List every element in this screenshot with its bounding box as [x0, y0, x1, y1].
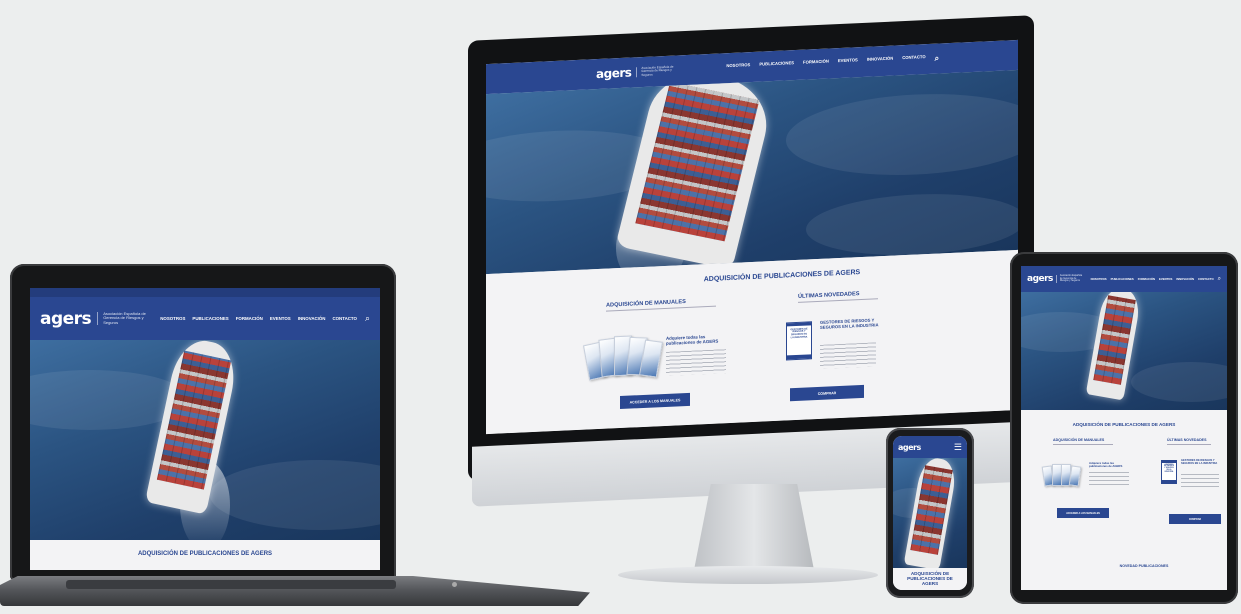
- tablet-menu: NOSOTROS PUBLICACIONES FORMACIÓN EVENTOS…: [1091, 277, 1214, 281]
- laptop-logo[interactable]: agers Asociación Española de Gerencia de…: [40, 309, 151, 329]
- laptop-keyboard: [66, 580, 396, 589]
- magazine-cover-text: GESTORES DE RIESGOS Y SEGUROS EN LA INDU…: [790, 327, 808, 339]
- novedades-heading: GESTORES DE RIESGOS Y SEGUROS EN LA INDU…: [1181, 459, 1218, 465]
- col-title-manuales: ADQUISICIÓN DE MANUALES: [1053, 438, 1113, 445]
- laptop-content: ADQUISICIÓN DE PUBLICACIONES DE AGERS: [30, 540, 380, 570]
- monitor-screen: agers Asociación Española de Gerencia de…: [486, 39, 1018, 435]
- menu-icon[interactable]: ☰: [954, 442, 962, 452]
- logo-tagline: Asociación Española de Gerencia de Riesg…: [1055, 274, 1084, 284]
- logo-tagline: Asociación Española de Gerencia de Riesg…: [636, 64, 677, 78]
- nav-contacto[interactable]: CONTACTO: [332, 316, 356, 321]
- monitor-content: ADQUISICIÓN DE PUBLICACIONES DE AGERS AD…: [486, 249, 1018, 435]
- phone-screen: agers ☰ ADQUISICIÓN DE PUBLICACIONES DE …: [893, 436, 967, 590]
- tablet-content: ADQUISICIÓN DE PUBLICACIONES DE AGERS AD…: [1021, 410, 1227, 590]
- novedades-paragraph: [1181, 474, 1219, 490]
- tablet-hero-image: [1021, 292, 1227, 410]
- novedad-publicaciones-title: NOVEDAD PUBLICACIONES: [1119, 564, 1169, 568]
- phone-hero-caption: ADQUISICIÓN DE PUBLICACIONES DE AGERS: [907, 571, 953, 587]
- comprar-button[interactable]: COMPRAR: [1169, 514, 1221, 524]
- monitor-hero-image: [486, 69, 1018, 275]
- logo-text: agers: [1027, 274, 1053, 284]
- section-title: ADQUISICIÓN DE PUBLICACIONES DE AGERS: [1072, 422, 1176, 427]
- acceder-manuales-button[interactable]: ACCEDER A LOS MANUALES: [620, 392, 690, 409]
- nav-innovacion[interactable]: INNOVACIÓN: [867, 56, 893, 67]
- magazine-cover-text: GESTORES DE RIESGOS Y SEGUROS EN LA INDU…: [1164, 464, 1174, 473]
- manuales-heading: Adquiere todas las publicaciones de AGER…: [1089, 461, 1123, 469]
- laptop-screen: agers Asociación Española de Gerencia de…: [30, 288, 380, 570]
- nav-nosotros[interactable]: NOSOTROS: [1091, 277, 1107, 281]
- manuales-books-image: [1041, 462, 1083, 492]
- acceder-manuales-button[interactable]: ACCEDER A LOS MANUALES: [1057, 508, 1109, 518]
- nav-nosotros[interactable]: NOSOTROS: [160, 316, 185, 321]
- section-title: ADQUISICIÓN DE PUBLICACIONES DE AGERS: [137, 551, 273, 557]
- laptop-nav: agers Asociación Española de Gerencia de…: [30, 297, 380, 340]
- cargo-ship: [615, 69, 777, 270]
- nav-innovacion[interactable]: INNOVACIÓN: [1176, 277, 1194, 281]
- nav-publicaciones[interactable]: PUBLICACIONES: [1111, 277, 1134, 281]
- col-title-novedades: ÚLTIMAS NOVEDADES: [798, 290, 878, 300]
- logo-text: agers: [898, 442, 921, 452]
- tablet-screen: agers Asociación Española de Gerencia de…: [1021, 266, 1227, 590]
- nav-eventos[interactable]: EVENTOS: [838, 57, 858, 68]
- nav-publicaciones[interactable]: PUBLICACIONES: [192, 316, 228, 321]
- monitor-logo[interactable]: agers Asociación Española de Gerencia de…: [596, 63, 677, 82]
- nav-contacto[interactable]: CONTACTO: [902, 54, 925, 65]
- nav-formacion[interactable]: FORMACIÓN: [1138, 277, 1155, 281]
- nav-formacion[interactable]: FORMACIÓN: [236, 316, 263, 321]
- tablet-nav: agers Asociación Española de Gerencia de…: [1021, 266, 1227, 292]
- manuales-books-image: [583, 332, 663, 387]
- novedades-magazine-cover: GESTORES DE RIESGOS Y SEGUROS EN LA INDU…: [1161, 460, 1177, 484]
- nav-nosotros[interactable]: NOSOTROS: [726, 62, 750, 73]
- novedades-magazine-cover: GESTORES DE RIESGOS Y SEGUROS EN LA INDU…: [786, 321, 812, 361]
- phone-content: ADQUISICIÓN DE PUBLICACIONES DE AGERS: [893, 568, 967, 590]
- search-icon[interactable]: ⌕: [1218, 276, 1221, 283]
- nav-eventos[interactable]: EVENTOS: [1159, 277, 1172, 281]
- novedades-paragraph: [820, 342, 876, 369]
- search-icon[interactable]: ⌕: [935, 54, 939, 64]
- smartphone: agers ☰ ADQUISICIÓN DE PUBLICACIONES DE …: [886, 428, 974, 598]
- laptop-hero-image: [30, 340, 380, 540]
- laptop-topbar: [30, 288, 380, 297]
- nav-contacto[interactable]: CONTACTO: [1198, 277, 1214, 281]
- search-icon[interactable]: ⌕: [365, 313, 370, 324]
- novedades-heading: GESTORES DE RIESGOS Y SEGUROS EN LA INDU…: [820, 317, 879, 330]
- nav-eventos[interactable]: EVENTOS: [270, 316, 291, 321]
- logo-tagline: Asociación Española de Gerencia de Riesg…: [97, 311, 151, 326]
- nav-publicaciones[interactable]: PUBLICACIONES: [759, 60, 794, 72]
- manuales-paragraph: [1089, 472, 1129, 488]
- monitor-base: [618, 566, 878, 584]
- tablet-logo[interactable]: agers Asociación Española de Gerencia de…: [1027, 274, 1084, 284]
- phone-logo[interactable]: agers: [898, 443, 921, 452]
- nav-formacion[interactable]: FORMACIÓN: [803, 59, 829, 70]
- cargo-ship: [903, 458, 959, 568]
- nav-innovacion[interactable]: INNOVACIÓN: [298, 316, 326, 321]
- logo-text: agers: [40, 308, 92, 329]
- col-title-novedades: ÚLTIMAS NOVEDADES: [1167, 438, 1211, 445]
- logo-text: agers: [596, 65, 632, 82]
- phone-nav: agers ☰: [893, 436, 967, 458]
- monitor-stand: [694, 484, 814, 570]
- comprar-button[interactable]: COMPRAR: [790, 384, 864, 402]
- laptop-menu: NOSOTROS PUBLICACIONES FORMACIÓN EVENTOS…: [160, 316, 357, 321]
- phone-hero-image: [893, 458, 967, 568]
- tablet: agers Asociación Española de Gerencia de…: [1010, 252, 1238, 604]
- apple-logo: [452, 582, 457, 587]
- col-title-manuales: ADQUISICIÓN DE MANUALES: [606, 298, 716, 309]
- manuales-heading: Adquiere todas las publicaciones de AGER…: [666, 334, 719, 346]
- monitor-menu: NOSOTROS PUBLICACIONES FORMACIÓN EVENTOS…: [726, 54, 939, 74]
- manuales-paragraph: [666, 349, 726, 376]
